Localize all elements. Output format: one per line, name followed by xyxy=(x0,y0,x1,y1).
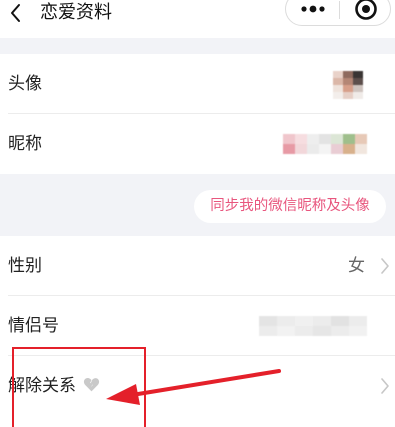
annotation-arrow xyxy=(106,369,281,405)
